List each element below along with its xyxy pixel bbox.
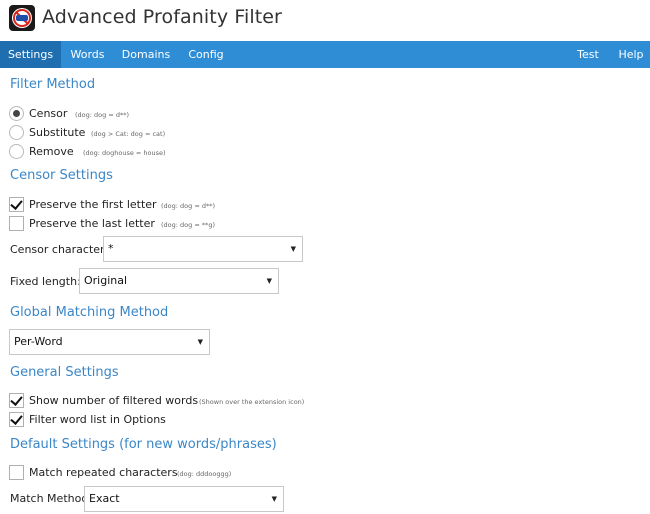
filter-method-heading: Filter Method [10,77,96,92]
remove-label: Remove [29,145,74,158]
fixed-length-label: Fixed length: [10,275,81,288]
chevron-down-icon: ▼ [290,245,296,253]
preserve-first-hint: (dog: dog = d**) [161,202,215,210]
global-matching-value: Per-Word [14,335,63,348]
app-header: Advanced Profanity Filter [0,0,650,40]
censor-character-value: * [108,242,114,255]
filter-list-checkbox[interactable] [9,412,24,427]
preserve-first-label: Preserve the first letter [29,198,157,211]
tab-config[interactable]: Config [178,41,234,68]
match-method-value: Exact [89,492,120,505]
show-count-label: Show number of filtered words [29,394,199,407]
preserve-last-checkbox[interactable] [9,216,24,231]
match-repeated-checkbox[interactable] [9,465,24,480]
fixed-length-select[interactable]: Original ▼ [79,268,279,294]
censor-radio[interactable] [9,106,24,121]
navbar: Settings Words Domains Config Test Help [0,41,650,68]
censor-character-label: Censor character: [10,243,109,256]
match-repeated-label: Match repeated characters [29,466,178,479]
tab-help[interactable]: Help [612,41,650,68]
match-method-select[interactable]: Exact ▼ [84,486,284,512]
preserve-first-checkbox[interactable] [9,197,24,212]
show-count-hint: (Shown over the extension icon) [199,398,305,406]
filter-list-label: Filter word list in Options [29,413,166,426]
remove-radio[interactable] [9,144,24,159]
preserve-last-hint: (dog: dog = **g) [161,221,215,229]
global-matching-heading: Global Matching Method [10,305,169,320]
tab-test[interactable]: Test [568,41,608,68]
default-settings-heading: Default Settings (for new words/phrases) [10,437,277,452]
match-repeated-hint: (dog: dddooggg) [177,470,232,478]
preserve-last-label: Preserve the last letter [29,217,155,230]
censor-label: Censor [29,107,68,120]
general-settings-heading: General Settings [10,365,119,380]
censor-hint: (dog: dog = d**) [75,111,129,119]
tab-words[interactable]: Words [61,41,114,68]
chevron-down-icon: ▼ [197,338,203,346]
censor-settings-heading: Censor Settings [10,168,113,183]
tab-settings[interactable]: Settings [0,41,61,68]
global-matching-select[interactable]: Per-Word ▼ [9,329,210,355]
chevron-down-icon: ▼ [271,495,277,503]
match-method-label: Match Method [10,492,89,505]
profanity-filter-logo-icon [9,5,35,31]
fixed-length-value: Original [84,274,128,287]
tab-domains[interactable]: Domains [114,41,178,68]
censor-character-select[interactable]: * ▼ [103,236,303,262]
app-title: Advanced Profanity Filter [42,6,282,28]
substitute-hint: (dog > Cat: dog = cat) [91,130,166,138]
chevron-down-icon: ▼ [266,277,272,285]
show-count-checkbox[interactable] [9,393,24,408]
remove-hint: (dog: doghouse = house) [83,149,166,157]
substitute-radio[interactable] [9,125,24,140]
substitute-label: Substitute [29,126,86,139]
